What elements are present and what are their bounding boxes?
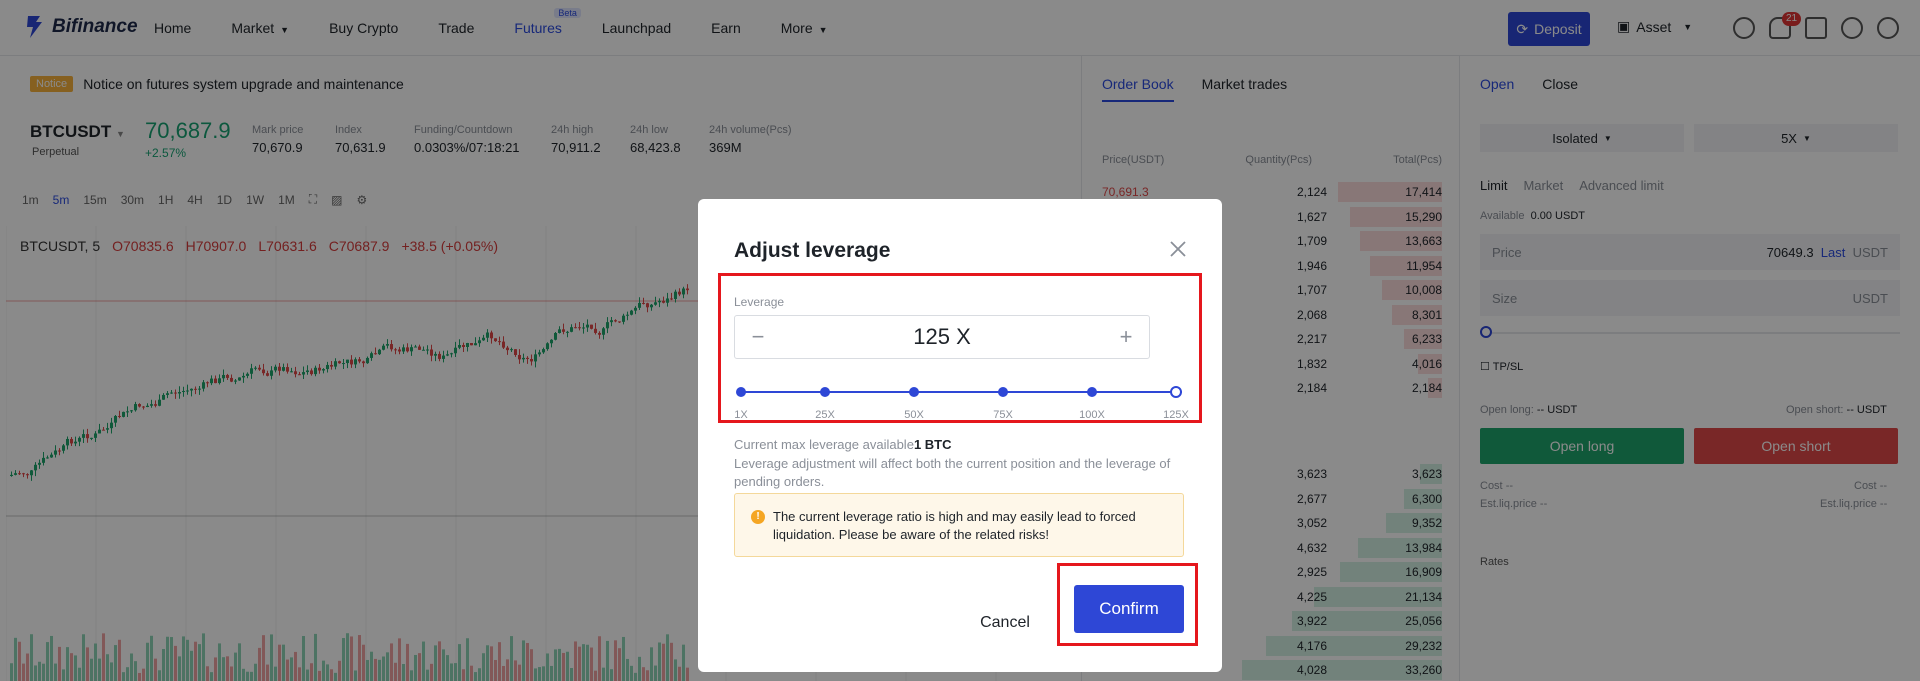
tick-75x: 75X [993,409,1013,421]
risk-warning: ! The current leverage ratio is high and… [734,493,1184,557]
slider-dot-75x[interactable] [998,387,1008,397]
warning-text: The current leverage ratio is high and m… [773,509,1136,542]
tick-25x: 25X [815,409,835,421]
adjust-leverage-dialog: Adjust leverage Leverage − 125 X + 1X 25… [698,199,1222,672]
max-leverage-info: Current max leverage available1 BTC [734,437,952,452]
plus-icon[interactable]: + [1115,324,1137,350]
max-leverage-text: Current max leverage available [734,437,914,452]
leverage-note: Leverage adjustment will affect both the… [734,456,1171,489]
confirm-button[interactable]: Confirm [1074,585,1184,633]
dialog-title: Adjust leverage [734,239,891,262]
cancel-button[interactable]: Cancel [960,599,1050,647]
tick-50x: 50X [904,409,924,421]
slider-track[interactable] [740,391,1182,393]
slider-dot-100x[interactable] [1087,387,1097,397]
slider-dot-50x[interactable] [909,387,919,397]
minus-icon[interactable]: − [747,324,769,350]
leverage-label: Leverage [734,295,785,309]
tick-1x: 1X [734,409,748,421]
tick-100x: 100X [1079,409,1105,421]
tick-125x: 125X [1163,409,1189,421]
close-icon[interactable] [1168,239,1188,259]
slider-handle[interactable] [1170,386,1182,398]
leverage-value[interactable]: 125 X [913,324,971,350]
leverage-slider[interactable]: 1X 25X 50X 75X 100X 125X [734,385,1189,425]
leverage-stepper[interactable]: − 125 X + [734,315,1150,359]
slider-dot-1x[interactable] [736,387,746,397]
warning-icon: ! [751,510,765,524]
slider-dot-25x[interactable] [820,387,830,397]
max-leverage-value: 1 BTC [913,437,952,452]
